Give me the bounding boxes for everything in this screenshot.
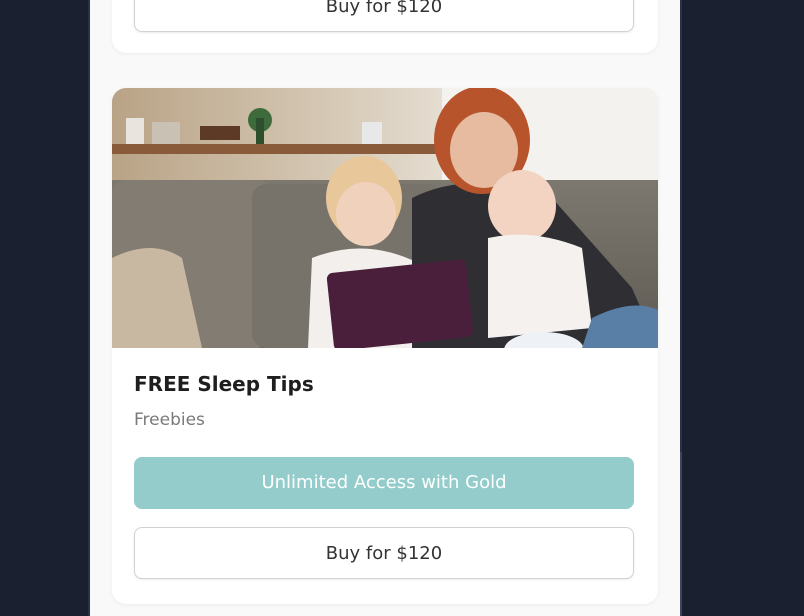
- course-list-panel: Buy for $120 FREE Sleep Tips Freebies Un…: [88, 0, 682, 616]
- buy-button[interactable]: Buy for $120: [134, 527, 634, 579]
- course-card-previous: Buy for $120: [112, 0, 658, 53]
- buy-button[interactable]: Buy for $120: [134, 0, 634, 32]
- course-category: Freebies: [134, 410, 205, 430]
- course-title: FREE Sleep Tips: [134, 372, 314, 396]
- scrollbar[interactable]: [680, 452, 682, 616]
- course-card-sleep-tips[interactable]: FREE Sleep Tips Freebies Unlimited Acces…: [112, 88, 658, 604]
- course-thumbnail-image: [112, 88, 658, 348]
- unlimited-access-gold-button[interactable]: Unlimited Access with Gold: [134, 457, 634, 509]
